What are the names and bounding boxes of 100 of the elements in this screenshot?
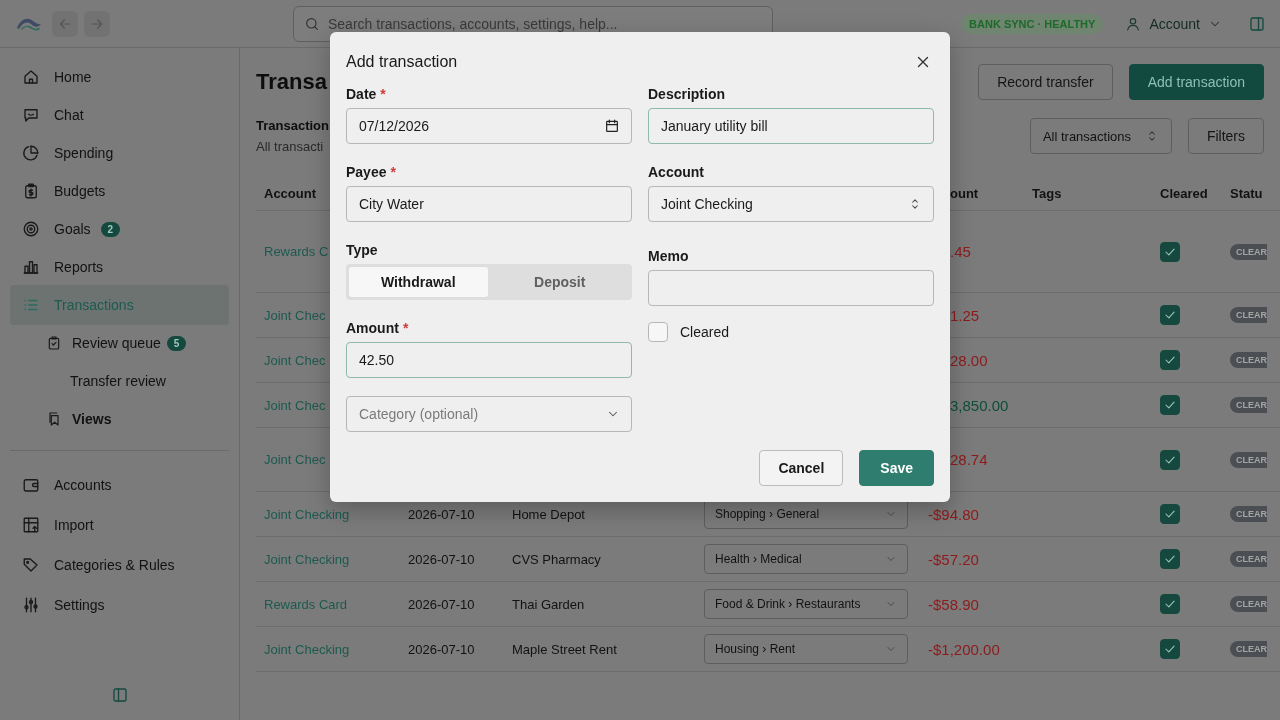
cleared-checkbox[interactable] xyxy=(1160,305,1180,325)
status-badge: CLEAR xyxy=(1230,397,1267,413)
user-icon xyxy=(1125,15,1142,32)
sidebar-item[interactable]: Chat xyxy=(10,96,229,134)
sidebar-collapse-icon[interactable] xyxy=(110,686,129,704)
sidebar-item[interactable]: Spending xyxy=(10,134,229,172)
account-menu[interactable]: Account xyxy=(1119,15,1228,32)
field-label: Payee xyxy=(346,164,387,180)
memo-field[interactable] xyxy=(648,270,934,306)
amount-field[interactable]: 42.50 xyxy=(346,342,632,378)
sidebar-subitem[interactable]: Transfer review xyxy=(10,362,229,400)
status-badge: CLEAR xyxy=(1230,352,1267,368)
payee-name: Home Depot xyxy=(512,506,585,522)
column-header: Cleared xyxy=(1160,185,1208,201)
record-transfer-button[interactable]: Record transfer xyxy=(978,64,1113,100)
description-field[interactable]: January utility bill xyxy=(648,108,934,144)
amount: -$1,200.00 xyxy=(928,640,1000,658)
field-label: Account xyxy=(648,164,704,180)
table-import-icon xyxy=(22,516,40,534)
type-option[interactable]: Deposit xyxy=(490,267,629,297)
clipboard-check-icon xyxy=(46,335,62,351)
save-button[interactable]: Save xyxy=(859,450,934,486)
payee-name: CVS Pharmacy xyxy=(512,551,601,567)
status-badge: CLEAR xyxy=(1230,506,1267,522)
tag-icon xyxy=(22,556,40,574)
amount: 28.00 xyxy=(949,351,988,369)
category-select[interactable]: Health › Medical xyxy=(704,544,908,574)
chat-icon xyxy=(22,106,40,124)
category-select[interactable]: Food & Drink › Restaurants xyxy=(704,589,908,619)
column-header: Statu xyxy=(1230,185,1263,201)
panel-toggle-icon[interactable] xyxy=(1248,14,1266,33)
table-cell: 2026-07-10 xyxy=(408,506,475,522)
bookmarks-icon xyxy=(46,411,62,427)
type-option[interactable]: Withdrawal xyxy=(349,267,488,297)
amount: -$57.20 xyxy=(928,550,979,568)
amount: -$94.80 xyxy=(928,505,979,523)
field-label: Type xyxy=(346,242,378,258)
filters-summary: All transacti xyxy=(256,139,324,154)
status-badge: CLEAR xyxy=(1230,451,1267,468)
field-label: Description xyxy=(648,86,725,102)
status-badge: CLEAR xyxy=(1230,641,1267,657)
view-select[interactable]: All transactions xyxy=(1029,118,1172,154)
required-mark: * xyxy=(402,320,409,336)
sidebar-subitem[interactable]: Review queue 5 xyxy=(10,324,229,362)
sidebar-item[interactable]: Accounts xyxy=(10,465,229,505)
status-badge: CLEAR xyxy=(1230,243,1267,260)
dialog-title: Add transaction xyxy=(346,53,458,71)
payee-field[interactable]: City Water xyxy=(346,186,632,222)
status-badge: CLEAR xyxy=(1230,551,1267,567)
cleared-checkbox[interactable] xyxy=(1160,350,1180,370)
sidebar-item[interactable]: Reports xyxy=(10,248,229,286)
column-header: ount xyxy=(949,185,979,201)
field-label: Date xyxy=(346,86,377,102)
payee-name: Thai Garden xyxy=(512,596,585,612)
amount: 28.74 xyxy=(949,451,988,468)
sidebar-item[interactable]: Goals 2 xyxy=(10,210,229,248)
amount: 3,850.00 xyxy=(949,396,1009,414)
cleared-checkbox[interactable] xyxy=(1160,504,1180,524)
category-select[interactable]: Housing › Rent xyxy=(704,634,908,664)
filters-button[interactable]: Filters xyxy=(1187,118,1264,154)
column-header: Tags xyxy=(1032,185,1062,201)
table-cell: 2026-07-10 xyxy=(408,551,475,567)
filters-title: Transaction xyxy=(256,118,329,133)
status-badge: CLEAR xyxy=(1230,596,1267,612)
bar-chart-icon xyxy=(22,258,40,276)
cleared-checkbox[interactable] xyxy=(1160,639,1180,659)
sidebar-item[interactable]: Settings xyxy=(10,585,229,625)
search-input[interactable]: Search transactions, accounts, settings, help... xyxy=(328,15,762,32)
cleared-checkbox[interactable] xyxy=(1160,594,1180,614)
table-cell: 2026-07-10 xyxy=(408,596,475,612)
add-transaction-button[interactable]: Add transaction xyxy=(1128,64,1264,100)
sidebar-item[interactable]: Home xyxy=(10,58,229,96)
date-field[interactable]: 07/12/2026 xyxy=(346,108,632,144)
sidebar-item[interactable]: Categories & Rules xyxy=(10,545,229,585)
sliders-icon xyxy=(22,596,40,614)
payee-name: Maple Street Rent xyxy=(512,641,617,657)
amount: 1.25 xyxy=(949,306,980,324)
cancel-button[interactable]: Cancel xyxy=(759,450,844,486)
count-badge: 5 xyxy=(166,335,187,351)
sidebar-subitem[interactable]: Views xyxy=(10,400,229,438)
sidebar-item[interactable]: Budgets xyxy=(10,172,229,210)
cleared-checkbox[interactable] xyxy=(1160,241,1180,262)
category-select[interactable]: Category (optional) xyxy=(346,396,632,432)
field-label: Amount xyxy=(346,320,399,336)
amount: -$58.90 xyxy=(928,595,979,613)
cleared-checkbox[interactable] xyxy=(1160,549,1180,569)
home-icon xyxy=(22,68,40,86)
clipboard-dollar-icon xyxy=(22,182,40,200)
cleared-checkbox[interactable] xyxy=(648,322,668,342)
account-field[interactable]: Joint Checking xyxy=(648,186,934,222)
status-badge: CLEAR xyxy=(1230,307,1267,323)
page-title: Transa xyxy=(256,69,327,95)
required-mark: * xyxy=(380,86,386,102)
wallet-icon xyxy=(22,476,40,494)
amount: .45 xyxy=(949,243,971,260)
search-icon xyxy=(304,15,320,32)
cleared-checkbox[interactable] xyxy=(1160,449,1180,470)
sidebar-item[interactable]: Import xyxy=(10,505,229,545)
cleared-checkbox[interactable] xyxy=(1160,395,1180,415)
count-badge: 2 xyxy=(100,221,121,237)
